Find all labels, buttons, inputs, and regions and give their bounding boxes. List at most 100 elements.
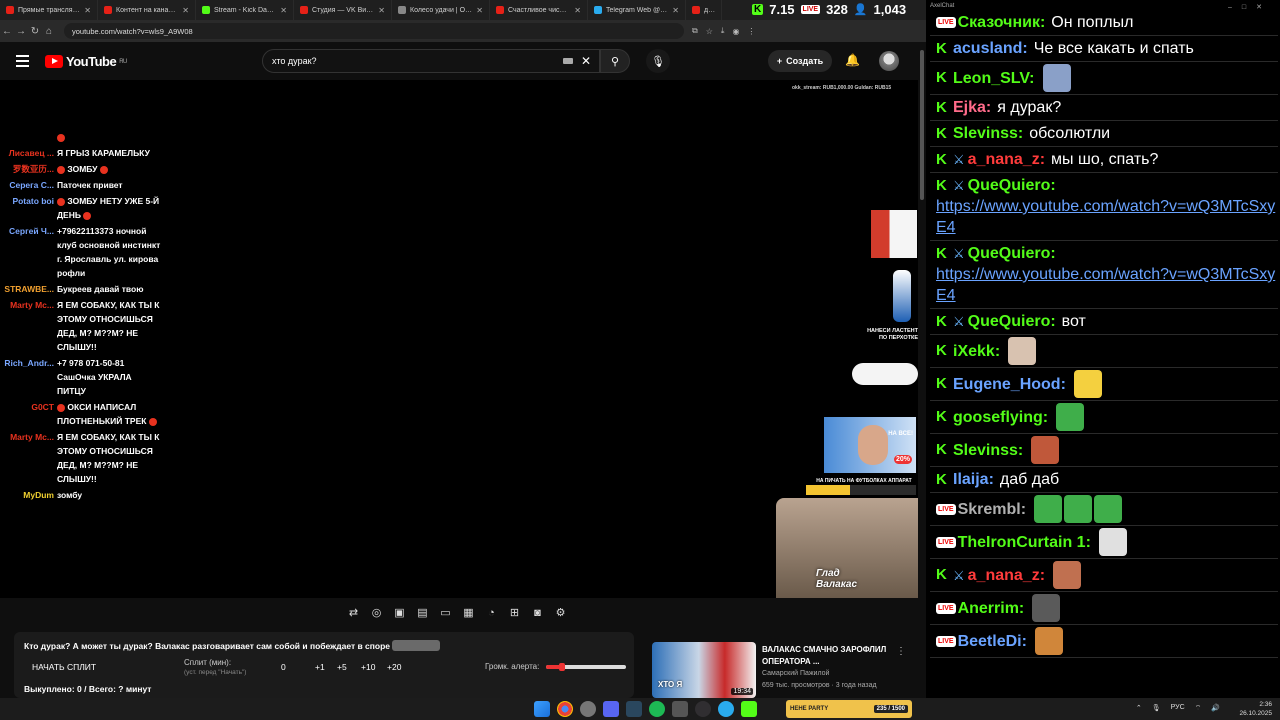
tab-close-icon[interactable]: ✕ [574, 6, 581, 15]
youtube-logo[interactable]: YouTube RU [45, 54, 127, 69]
chat-username[interactable]: QueQuiero: [968, 175, 1056, 196]
wifi-icon[interactable]: ⌔ [1195, 704, 1202, 713]
kick-platform-icon: K [936, 244, 947, 262]
stream-chat-text: ЗОМБУ НЕТУ УЖЕ 5-Й ДЕНЬ [57, 196, 160, 220]
extensions-icon[interactable]: ⧉ [692, 26, 698, 36]
browser-tab[interactable]: Студия — VK Видео Li✕ [294, 0, 392, 20]
chat-username[interactable]: iXekk: [953, 341, 1000, 362]
chat-username[interactable]: Сказочник: [958, 12, 1046, 33]
browser-tab[interactable]: Счастливое число Сле ✕ [490, 0, 588, 20]
create-button[interactable]: + Создать [768, 50, 832, 72]
chat-username[interactable]: Ilaija: [953, 469, 994, 490]
film-icon[interactable]: ▤ [414, 604, 431, 621]
tab-close-icon[interactable]: ✕ [476, 6, 483, 15]
chat-username[interactable]: QueQuiero: [968, 243, 1056, 264]
clear-search-icon[interactable]: ✕ [581, 54, 591, 68]
steam-icon[interactable] [626, 701, 642, 717]
telegram-icon[interactable] [718, 701, 734, 717]
chat-username[interactable]: gooseflying: [953, 407, 1048, 428]
picture-in-picture-icon[interactable]: ▭ [437, 604, 454, 621]
chrome-icon[interactable] [557, 701, 573, 717]
moderator-sword-icon: ⚔ [953, 152, 965, 167]
settings-gear-icon[interactable]: ⚙ [552, 604, 569, 621]
tab-close-icon[interactable]: ✕ [378, 6, 385, 15]
notifications-bell-icon[interactable]: 🔔 [845, 53, 860, 67]
menu-hamburger-icon[interactable] [16, 55, 29, 70]
menu-icon[interactable]: ⋮ [747, 27, 755, 36]
speed-icon[interactable]: ◔ [483, 604, 500, 621]
avatar[interactable] [879, 51, 899, 71]
chat-username[interactable]: TheIronCurtain 1: [958, 532, 1091, 553]
search-input[interactable]: хто дурак? ✕ [262, 49, 600, 73]
chat-link[interactable]: https://www.youtube.com/watch?v=wQ3MTcSx… [936, 196, 1276, 238]
obs-icon[interactable] [695, 701, 711, 717]
app-icon[interactable] [672, 701, 688, 717]
chat-username[interactable]: QueQuiero: [968, 311, 1056, 332]
start-split-button[interactable]: НАЧАТЬ СПЛИТ [32, 662, 96, 672]
recommended-thumbnail[interactable]: ХТО Я 19:34 [652, 642, 756, 698]
browser-tab[interactable]: Колесо удачи | Опред ✕ [392, 0, 490, 20]
chat-link[interactable]: https://www.youtube.com/watch?v=wQ3MTcSx… [936, 264, 1276, 306]
discord-icon[interactable] [603, 701, 619, 717]
tab-close-icon[interactable]: ✕ [182, 6, 189, 15]
chat-username[interactable]: BeetleDi: [958, 631, 1027, 652]
url-field[interactable]: youtube.com/watch?v=wls9_A9W08 [64, 23, 684, 39]
step-plus-1[interactable]: +1 [315, 662, 337, 672]
cinema-icon[interactable]: ▦ [460, 604, 477, 621]
step-plus-5[interactable]: +5 [337, 662, 361, 672]
bookmark-icon[interactable]: ☆ [706, 27, 713, 36]
tab-close-icon[interactable]: ✕ [280, 6, 287, 15]
browser-tab[interactable]: Контент на канале - Y ✕ [98, 0, 196, 20]
loop-icon[interactable]: ⇄ [345, 604, 362, 621]
chat-username[interactable]: a_nana_z: [968, 149, 1045, 170]
split-value[interactable]: 0 [281, 662, 315, 672]
home-icon[interactable]: ⌂ [42, 26, 56, 37]
browser-tab[interactable]: Прямые трансляции -✕ [0, 0, 98, 20]
video-player[interactable]: okk_stream: RUB1,000.00 Guldan: RUB15 Ли… [0, 80, 918, 598]
step-plus-20[interactable]: +20 [387, 662, 413, 672]
search-button[interactable]: ⚲ [600, 49, 630, 73]
recommended-channel[interactable]: Самарский Пажилой [762, 670, 829, 677]
chat-username[interactable]: Slevinss: [953, 440, 1023, 461]
tray-chevron-icon[interactable]: ⌃ [1136, 704, 1142, 713]
recommended-video[interactable]: ХТО Я 19:34 ВАЛАКАС СМАЧНО ЗАРОФЛИЛ ОПЕР… [652, 642, 912, 698]
spotify-icon[interactable] [649, 701, 665, 717]
reload-icon[interactable]: ↻ [28, 26, 42, 37]
chat-username[interactable]: Slevinss: [953, 123, 1023, 144]
add-queue-icon[interactable]: ⊞ [506, 604, 523, 621]
chat-username[interactable]: Ejka: [953, 97, 991, 118]
chat-username[interactable]: Eugene_Hood: [953, 374, 1066, 395]
clock[interactable]: 2:36 26.10.2025 [1239, 700, 1272, 718]
browser-tab[interactable]: Stream - Kick Dashboard ✕ [196, 0, 294, 20]
mic-tray-icon[interactable]: 🎙 [1152, 704, 1161, 713]
chat-username[interactable]: Anerrim: [958, 598, 1025, 619]
start-icon[interactable] [534, 701, 550, 717]
keyboard-icon[interactable] [562, 58, 573, 64]
forward-icon[interactable]: → [14, 26, 28, 37]
step-plus-10[interactable]: +10 [361, 662, 387, 672]
audio-icon[interactable]: ◎ [368, 604, 385, 621]
chat-username[interactable]: a_nana_z: [968, 565, 1045, 586]
chrome-alt-icon[interactable] [580, 701, 596, 717]
recommended-title[interactable]: ВАЛАКАС СМАЧНО ЗАРОФЛИЛ ОПЕРАТОРА ... [762, 644, 892, 668]
volume-knob[interactable] [559, 663, 565, 671]
browser-tab[interactable]: Telegram Web @The_L✕ [588, 0, 686, 20]
tab-close-icon[interactable]: ✕ [672, 6, 679, 15]
more-options-icon[interactable]: ⋮ [896, 646, 906, 657]
kick-app-icon[interactable] [741, 701, 757, 717]
chat-username[interactable]: acusland: [953, 38, 1028, 59]
back-icon[interactable]: ← [0, 26, 14, 37]
screenshot-icon[interactable]: ▣ [391, 604, 408, 621]
tab-close-icon[interactable]: ✕ [84, 6, 91, 15]
profile-icon[interactable]: ◉ [732, 27, 739, 36]
chat-username[interactable]: Skrembl: [958, 499, 1026, 520]
page-scrollbar[interactable] [918, 42, 926, 698]
voice-search-button[interactable]: 🎙 [646, 49, 670, 73]
volume-slider[interactable] [546, 663, 626, 671]
browser-tab[interactable]: дур [686, 0, 722, 20]
download-icon[interactable]: ⤓ [721, 26, 725, 36]
camera-icon[interactable]: ◙ [529, 604, 546, 621]
volume-icon[interactable]: 🔊 [1211, 704, 1220, 713]
chat-username[interactable]: Leon_SLV: [953, 68, 1035, 89]
language-indicator[interactable]: РУС [1171, 704, 1185, 713]
